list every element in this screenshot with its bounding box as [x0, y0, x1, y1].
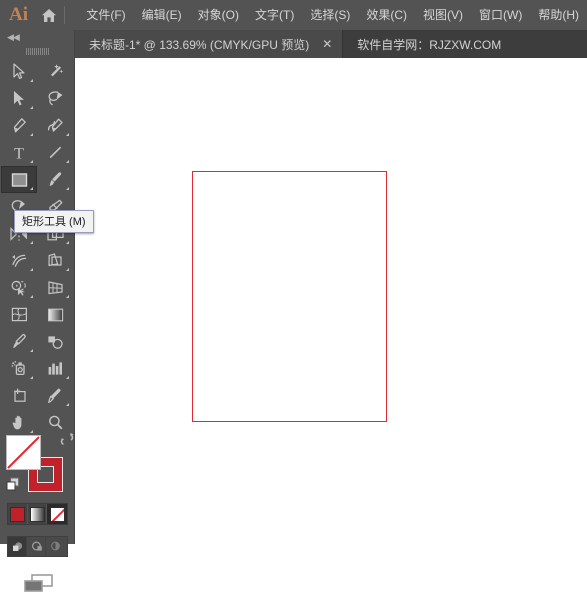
- menu-edit[interactable]: 编辑(E): [134, 0, 190, 30]
- change-screen-mode-button[interactable]: [0, 571, 75, 595]
- column-graph-tool[interactable]: [37, 355, 73, 382]
- menu-view[interactable]: 视图(V): [415, 0, 471, 30]
- swap-fill-stroke-icon[interactable]: [60, 433, 74, 451]
- home-button[interactable]: [35, 0, 62, 30]
- gradient-mode-button[interactable]: [28, 504, 48, 524]
- fill-swatch[interactable]: [6, 435, 41, 470]
- flyout-corner-icon: [66, 268, 69, 271]
- menu-help[interactable]: 帮助(H): [530, 0, 587, 30]
- svg-text:T: T: [14, 146, 24, 162]
- flyout-corner-icon: [30, 133, 33, 136]
- tool-grid: T: [0, 58, 74, 436]
- type-tool[interactable]: T: [1, 139, 37, 166]
- collapse-panel-icon[interactable]: ◀◀: [0, 30, 74, 44]
- document-tab-active[interactable]: 未标题-1* @ 133.69% (CMYK/GPU 预览) ✕: [75, 30, 344, 58]
- shape-builder-tool[interactable]: [1, 274, 37, 301]
- flyout-corner-icon: [30, 241, 33, 244]
- menu-bar: Ai 文件(F) 编辑(E) 对象(O) 文字(T) 选择(S) 效果(C) 视…: [0, 0, 587, 30]
- draw-behind-button[interactable]: [27, 537, 46, 556]
- eyedropper-tool[interactable]: [1, 328, 37, 355]
- app-logo: Ai: [8, 4, 28, 25]
- mesh-tool[interactable]: [1, 301, 37, 328]
- selection-tool[interactable]: [1, 58, 37, 85]
- artboard-canvas[interactable]: [75, 58, 587, 544]
- width-tool[interactable]: [1, 247, 37, 274]
- pen-tool[interactable]: [1, 112, 37, 139]
- flyout-corner-icon: [66, 187, 69, 190]
- fill-stroke-swatches: [6, 433, 74, 493]
- document-tab-bar: 未标题-1* @ 133.69% (CMYK/GPU 预览) ✕ 软件自学网：R…: [75, 30, 587, 58]
- flyout-corner-icon: [30, 106, 33, 109]
- flyout-corner-icon: [30, 79, 33, 82]
- symbol-sprayer-tool[interactable]: [1, 355, 37, 382]
- flyout-corner-icon: [30, 268, 33, 271]
- flyout-corner-icon: [30, 349, 33, 352]
- tool-tooltip: 矩形工具 (M): [14, 210, 94, 233]
- gradient-tool[interactable]: [37, 301, 73, 328]
- blend-tool[interactable]: [37, 328, 73, 355]
- document-tab-label-secondary: 软件自学网：RJZXW.COM: [357, 37, 502, 52]
- menu-window[interactable]: 窗口(W): [471, 0, 530, 30]
- menu-items: 文件(F) 编辑(E) 对象(O) 文字(T) 选择(S) 效果(C) 视图(V…: [78, 0, 587, 30]
- flyout-corner-icon: [66, 376, 69, 379]
- flyout-corner-icon: [30, 187, 33, 190]
- draw-normal-button[interactable]: [8, 537, 27, 556]
- free-transform-tool[interactable]: [37, 247, 73, 274]
- lasso-tool[interactable]: [37, 85, 73, 112]
- close-icon[interactable]: ✕: [321, 38, 333, 50]
- flyout-corner-icon: [30, 295, 33, 298]
- paintbrush-tool[interactable]: [37, 166, 73, 193]
- menu-effect[interactable]: 效果(C): [358, 0, 415, 30]
- document-tab-secondary[interactable]: 软件自学网：RJZXW.COM: [343, 30, 516, 58]
- color-mode-row: [7, 503, 68, 525]
- flyout-corner-icon: [66, 241, 69, 244]
- line-segment-tool[interactable]: [37, 139, 73, 166]
- flyout-corner-icon: [30, 160, 33, 163]
- menu-divider: [64, 6, 66, 24]
- rectangle-tool[interactable]: [1, 166, 37, 193]
- color-controls: [0, 405, 75, 592]
- flyout-corner-icon: [66, 295, 69, 298]
- magic-wand-tool[interactable]: [37, 58, 73, 85]
- document-tab-label: 未标题-1* @ 133.69% (CMYK/GPU 预览): [89, 37, 310, 52]
- flyout-corner-icon: [30, 376, 33, 379]
- flyout-corner-icon: [66, 133, 69, 136]
- rectangle-shape[interactable]: [192, 171, 387, 422]
- default-fill-stroke-icon[interactable]: [6, 477, 21, 497]
- menu-type[interactable]: 文字(T): [247, 0, 302, 30]
- draw-mode-row: [7, 536, 68, 557]
- tools-panel: ◀◀ T 矩形工具 (M): [0, 30, 94, 592]
- illustrator-window: Ai 文件(F) 编辑(E) 对象(O) 文字(T) 选择(S) 效果(C) 视…: [0, 0, 587, 592]
- draw-inside-button[interactable]: [46, 537, 65, 556]
- perspective-grid-tool[interactable]: [37, 274, 73, 301]
- flyout-corner-icon: [66, 160, 69, 163]
- direct-selection-tool[interactable]: [1, 85, 37, 112]
- panel-drag-handle[interactable]: [0, 44, 74, 58]
- curvature-tool[interactable]: [37, 112, 73, 139]
- menu-select[interactable]: 选择(S): [302, 0, 358, 30]
- none-mode-button[interactable]: [47, 504, 67, 524]
- menu-file[interactable]: 文件(F): [78, 0, 133, 30]
- color-mode-button[interactable]: [8, 504, 28, 524]
- menu-object[interactable]: 对象(O): [190, 0, 247, 30]
